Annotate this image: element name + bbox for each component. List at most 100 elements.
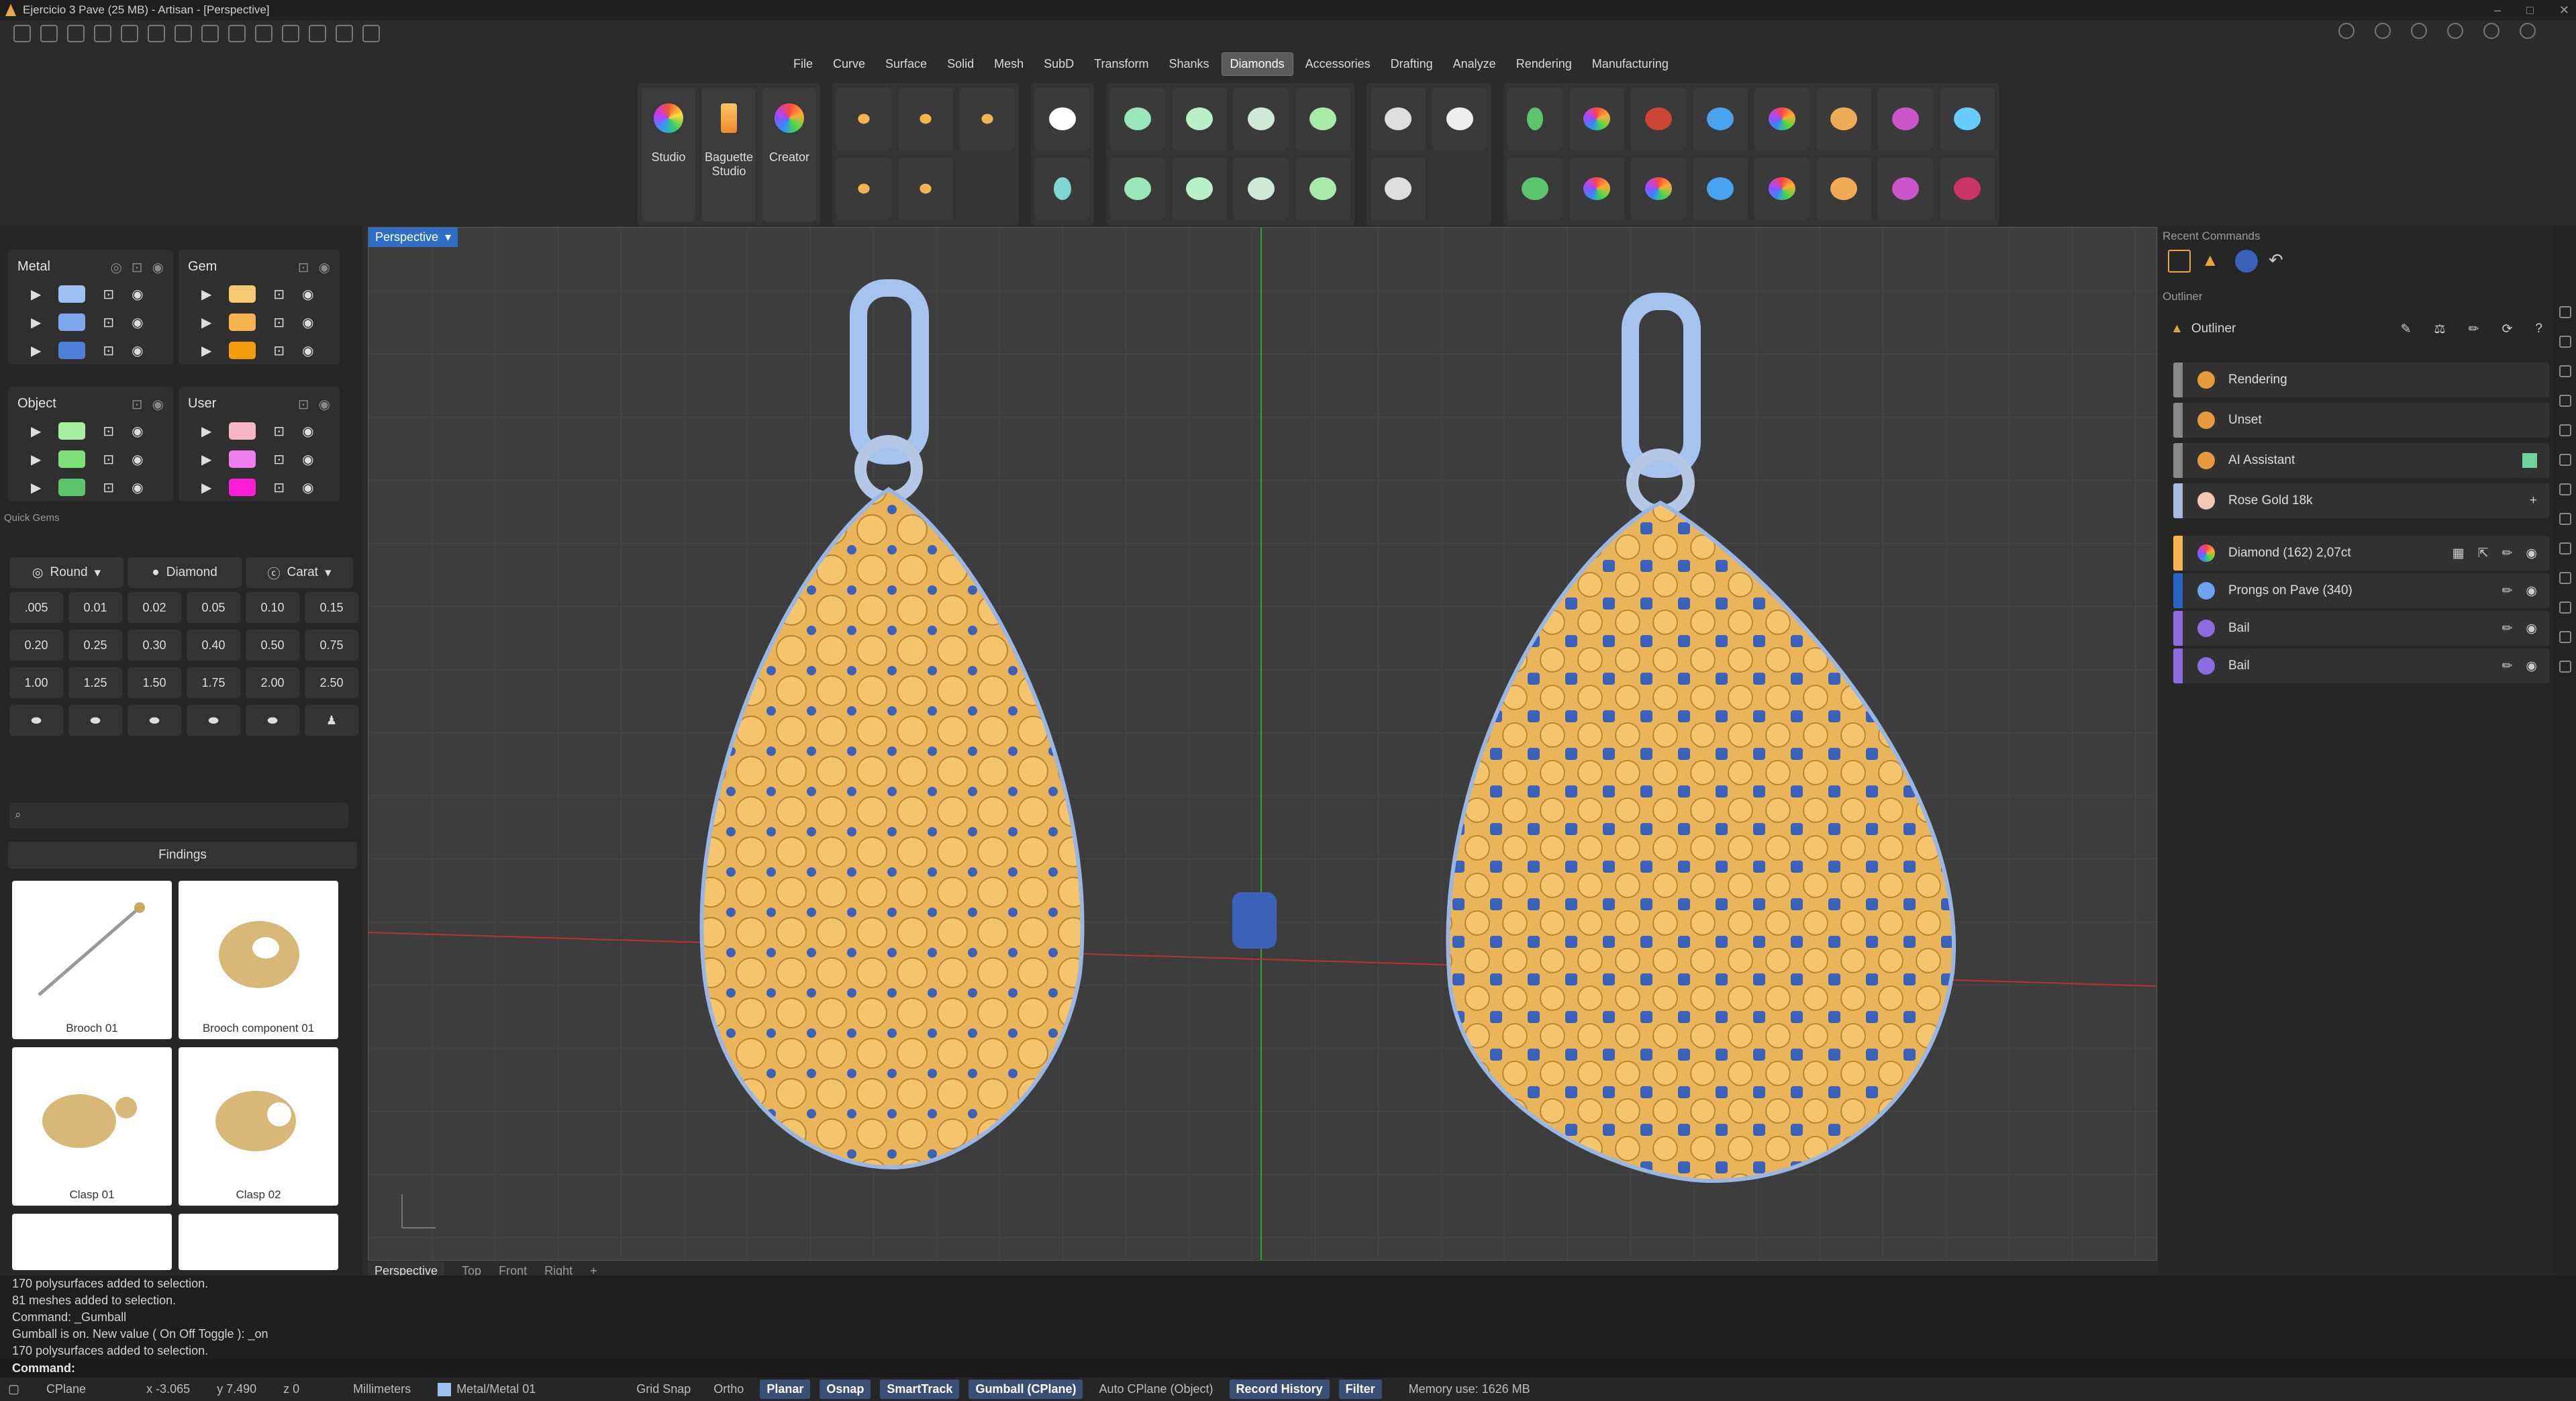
outliner-object-row[interactable]: Bail ✏ ◉ [2173, 648, 2549, 683]
eye-icon[interactable]: ◉ [302, 451, 313, 468]
play-icon[interactable]: ▶ [31, 342, 41, 359]
refresh-icon[interactable]: ⟳ [2502, 322, 2513, 337]
gem-ring-button[interactable] [1754, 157, 1810, 220]
size-button[interactable]: .005 [9, 592, 63, 623]
add-icon[interactable]: + [2530, 493, 2537, 508]
outliner-material-row[interactable]: Unset [2173, 403, 2549, 438]
gem-profile-button[interactable]: ⬬ [187, 705, 240, 736]
cup-button[interactable] [1172, 87, 1227, 150]
grid-snap-toggle[interactable]: Grid Snap [630, 1380, 697, 1399]
gem-mix-button[interactable] [1816, 87, 1871, 150]
materials-icon[interactable] [2559, 424, 2571, 436]
new-template-icon[interactable] [40, 25, 58, 42]
pendant-left[interactable] [699, 279, 1085, 1170]
gem-blend-button[interactable] [1816, 157, 1871, 220]
lock-icon[interactable]: ⊡ [273, 314, 285, 331]
balance-icon[interactable]: ⚖ [2434, 322, 2446, 337]
baguette-studio-button[interactable]: Baguette Studio [702, 87, 756, 222]
size-button[interactable]: 0.10 [246, 592, 299, 623]
pencil-icon[interactable]: ✏ [2469, 322, 2479, 337]
prongs-button[interactable] [1295, 87, 1350, 150]
eye-icon[interactable]: ◉ [319, 396, 330, 413]
artisan-icon[interactable] [2559, 365, 2571, 377]
filter-toggle[interactable]: Filter [1338, 1380, 1382, 1399]
play-icon[interactable]: ▶ [31, 479, 41, 496]
round-gem-button[interactable] [1035, 87, 1090, 150]
cluster-array-button[interactable] [1371, 157, 1426, 220]
play-icon[interactable]: ▶ [31, 314, 41, 331]
export-icon[interactable] [228, 25, 246, 42]
help-icon[interactable] [2559, 661, 2571, 673]
size-button[interactable]: 1.75 [187, 667, 240, 698]
user-swatch-1[interactable] [229, 422, 256, 440]
gumball-toggle[interactable]: Gumball (CPlane) [969, 1380, 1083, 1399]
tab-diamonds[interactable]: Diamonds [1221, 52, 1293, 76]
library-item[interactable] [179, 1214, 338, 1270]
shape-dropdown[interactable]: ◎ Round ▾ [9, 557, 123, 588]
creator-button[interactable]: Creator [762, 87, 816, 222]
gumball-icon[interactable] [282, 25, 299, 42]
pave-array-button[interactable] [898, 157, 953, 220]
gem-profile-button[interactable]: ♟ [305, 705, 358, 736]
tab-analyze[interactable]: Analyze [1445, 53, 1504, 75]
planar-toggle[interactable]: Planar [760, 1380, 811, 1399]
libraries-icon[interactable] [2559, 454, 2571, 466]
lock-icon[interactable]: ⊡ [103, 423, 114, 440]
flow-button[interactable] [1507, 157, 1563, 220]
tab-curve[interactable]: Curve [825, 53, 873, 75]
material-dropdown[interactable]: ● Diamond [128, 557, 242, 588]
units-label[interactable]: Millimeters [353, 1382, 411, 1396]
layers-icon[interactable]: ◎ [110, 259, 121, 276]
artisan-command-icon[interactable]: ▲ [2201, 250, 2224, 273]
eye-icon[interactable]: ◉ [132, 423, 143, 440]
save-as-icon[interactable] [201, 25, 219, 42]
render-icon[interactable] [2559, 483, 2571, 495]
gem-chain-button[interactable] [1693, 157, 1748, 220]
new-file-icon[interactable] [13, 25, 31, 42]
gem-profile-button[interactable]: ⬬ [68, 705, 122, 736]
eye-icon[interactable]: ◉ [152, 396, 164, 413]
price-icon[interactable] [2559, 601, 2571, 614]
user-swatch-2[interactable] [229, 450, 256, 468]
pendant-right[interactable] [1446, 293, 1956, 1183]
tube-button[interactable] [1172, 157, 1227, 220]
outliner-material-row[interactable]: Rendering [2173, 363, 2549, 397]
library-search-input[interactable]: ⌕ [9, 803, 348, 828]
outliner-object-row[interactable]: Diamond (162) 2,07ct ▦ ⇱ ✏ ◉ [2173, 536, 2549, 571]
eye-icon[interactable]: ◉ [2526, 583, 2537, 599]
tab-mesh[interactable]: Mesh [986, 53, 1032, 75]
lock-icon[interactable]: ⊡ [103, 451, 114, 468]
import-icon[interactable] [94, 25, 111, 42]
findings-dropdown[interactable]: Findings [8, 842, 357, 869]
lock-icon[interactable]: ⊡ [273, 451, 285, 468]
eyedropper-icon[interactable]: ✎ [2401, 322, 2412, 337]
analyze-gems-button[interactable] [1569, 87, 1624, 150]
tab-accessories[interactable]: Accessories [1297, 53, 1379, 75]
lights-icon[interactable] [2559, 513, 2571, 525]
eye-icon[interactable]: ◉ [132, 314, 143, 331]
eye-icon[interactable]: ◉ [152, 259, 164, 276]
play-icon[interactable]: ▶ [31, 286, 41, 303]
select-icon[interactable]: ⇱ [2478, 546, 2489, 561]
play-icon[interactable]: ▶ [201, 451, 211, 468]
play-icon[interactable]: ▶ [201, 342, 211, 359]
cutter-button[interactable] [1110, 157, 1165, 220]
eye-icon[interactable]: ◉ [2526, 659, 2537, 674]
eye-icon[interactable]: ◉ [319, 259, 330, 276]
lock-icon[interactable]: ⊡ [103, 342, 114, 359]
info-icon[interactable] [2375, 23, 2391, 39]
tab-subd[interactable]: SubD [1036, 53, 1082, 75]
gem-fan-button[interactable] [1940, 87, 1995, 150]
gem-spectrum-button[interactable] [1754, 87, 1810, 150]
size-button[interactable]: 0.02 [128, 592, 181, 623]
eye-icon[interactable]: ◉ [132, 342, 143, 359]
metal-swatch-2[interactable] [58, 313, 86, 331]
tab-manufacturing[interactable]: Manufacturing [1584, 53, 1677, 75]
lock-icon[interactable]: ⊡ [298, 396, 309, 413]
eye-icon[interactable]: ◉ [302, 314, 313, 331]
cluster-grid-button[interactable] [1432, 87, 1487, 150]
gem-swatch-3[interactable] [229, 342, 256, 359]
open-folder-icon[interactable] [67, 25, 85, 42]
pencil-icon[interactable]: ✏ [2501, 659, 2512, 674]
perspective-viewport[interactable]: Perspective ▾ [368, 227, 2157, 1261]
